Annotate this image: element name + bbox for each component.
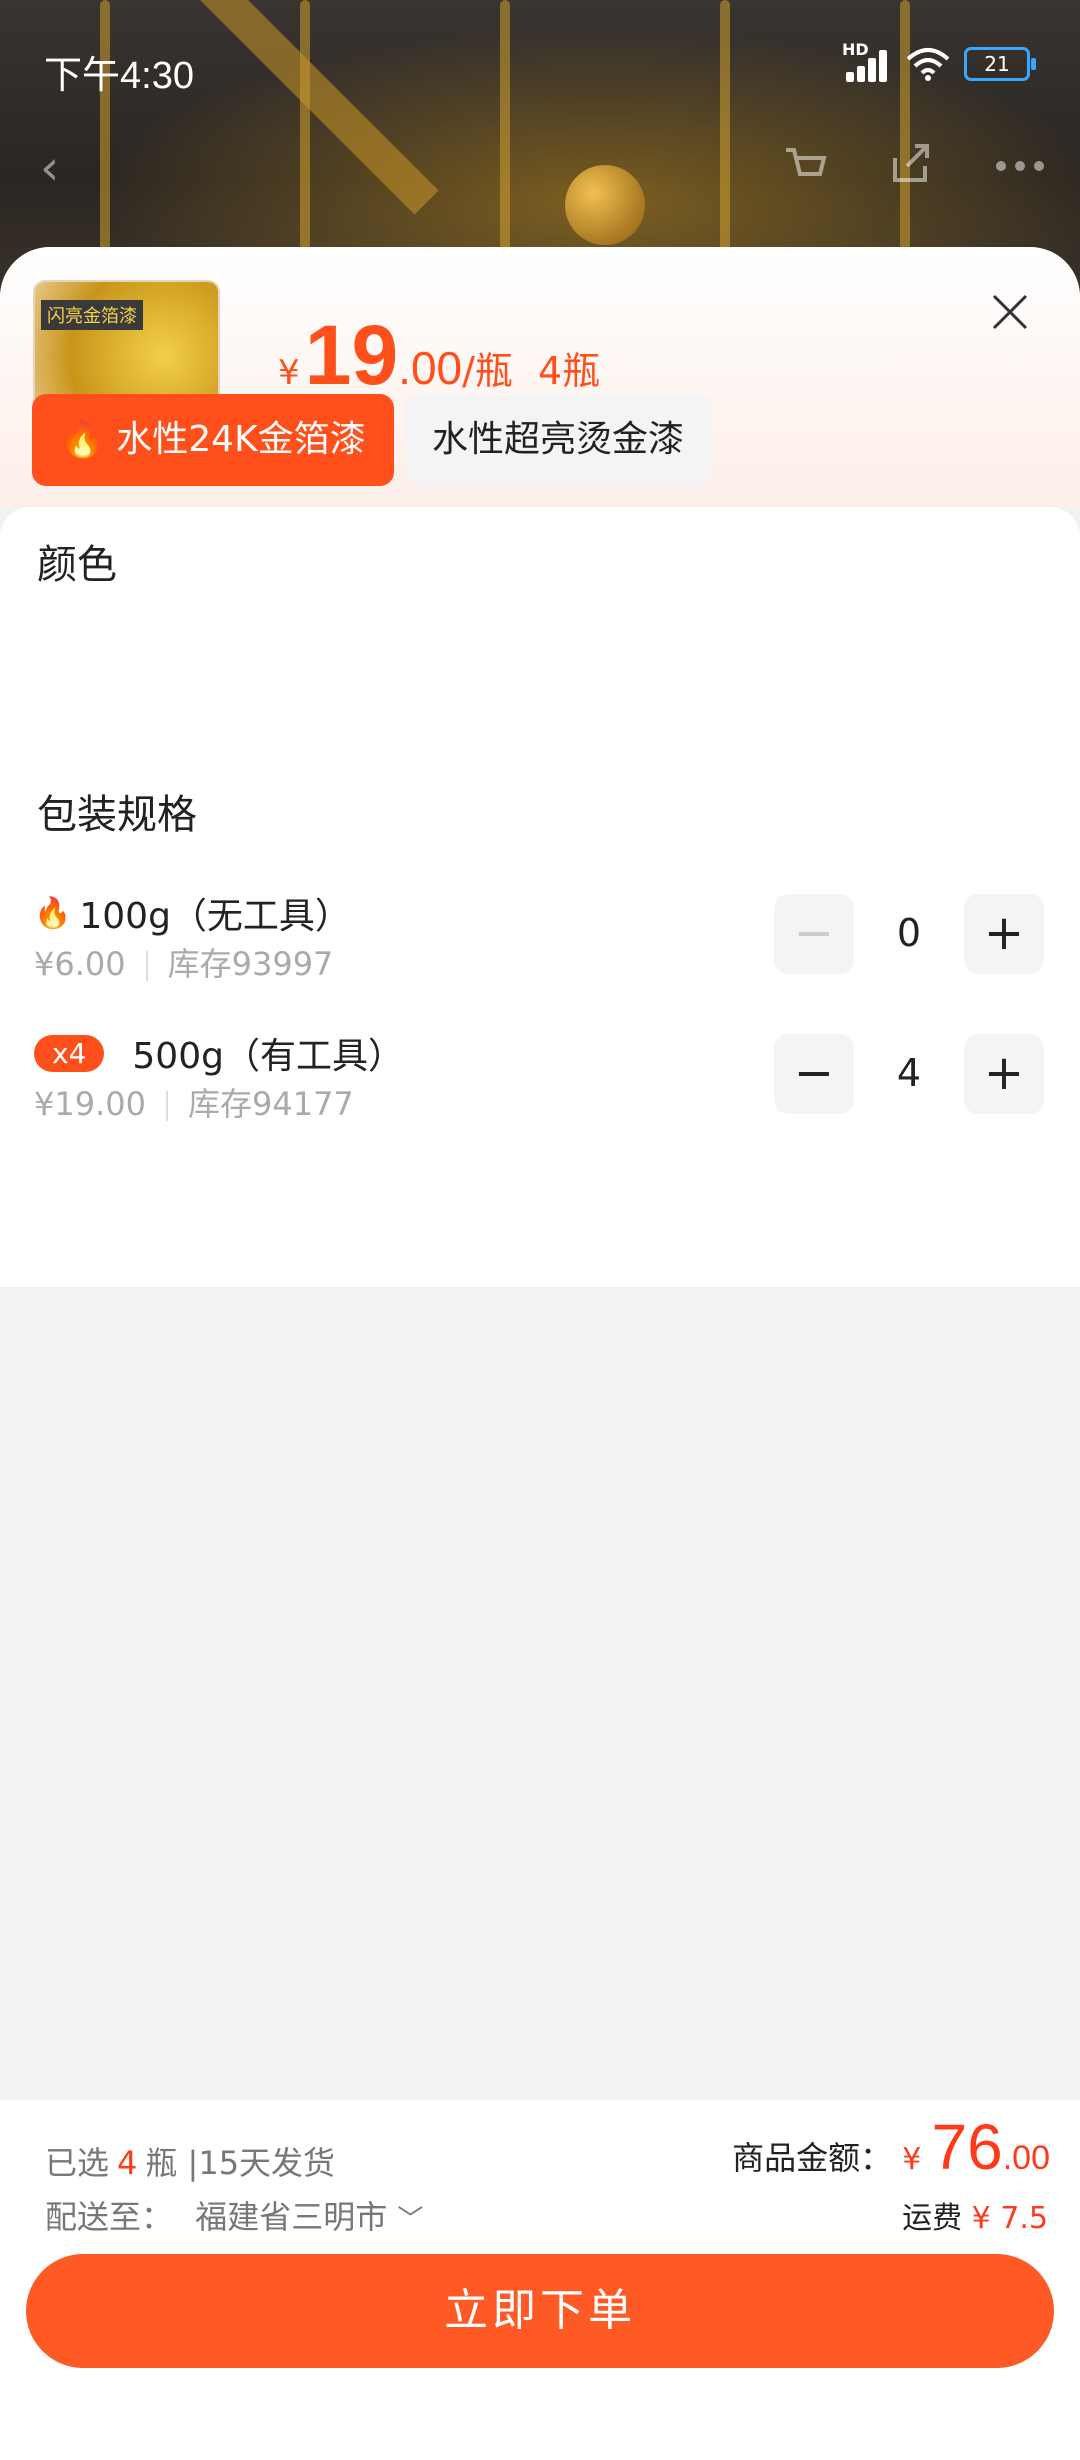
cart-icon[interactable] [780,140,830,190]
price-unit: /瓶 [462,349,513,393]
sku-price: ¥19.00 [34,1085,146,1123]
close-icon[interactable] [990,292,1030,332]
more-icon[interactable] [995,158,1045,174]
price-decimal: .00 [398,342,463,394]
selected-count: 4 [117,2144,138,2182]
thumbnail-caption: 闪亮金箔漆 [41,300,143,330]
network-type-label: HD [842,40,869,59]
hot-flame-icon: 🔥 [34,895,72,931]
selected-suffix: 瓶 |15天发货 [145,2144,336,2182]
delivery-address[interactable]: 配送至： 福建省三明市 ﹀ [45,2192,423,2238]
railing-ball [565,165,645,245]
shipping-label: 运费 [902,2201,963,2236]
color-option-label: 水性超亮烫金漆 [432,419,685,460]
status-time: 下午4:30 [44,55,194,97]
increment-button[interactable]: + [964,1034,1044,1114]
decrement-button[interactable]: − [774,894,854,974]
sku-stock: 库存94177 [187,1085,354,1123]
signal-icon: HD [842,40,892,82]
sku-name: x4 500g（有工具） [34,1027,404,1079]
color-option-24k-gold-foil[interactable]: 🔥 水性24K金箔漆 [32,394,394,486]
delivery-label: 配送至： [45,2198,174,2236]
shipping-fee: 运费 ¥ 7.5 [902,2193,1048,2237]
wifi-icon [906,48,950,81]
selected-prefix: 已选 [45,2144,110,2182]
chevron-down-icon: ﹀ [397,2205,424,2235]
sku-stock: 库存93997 [167,945,334,983]
quantity-value[interactable]: 0 [869,911,949,955]
sku-name-text: 500g（有工具） [132,1036,404,1077]
color-option-hot-stamping-gold[interactable]: 水性超亮烫金漆 [404,394,713,486]
decrement-button[interactable]: − [774,1034,854,1114]
status-icons: HD 21 [842,40,1036,82]
amount-summary: 商品金额： ¥ 76.00 [732,2110,1050,2184]
amount-decimal: .00 [1002,2139,1050,2177]
checkout-bar: 已选 4 瓶 |15天发货 配送至： 福建省三明市 ﹀ 商品金额： ¥ 76.00 … [0,2100,1080,2460]
amount-integer: 76 [931,2111,1003,2183]
place-order-button[interactable]: 立即下单 [26,2254,1054,2368]
amount-currency: ¥ [902,2142,922,2177]
color-section-title: 颜色 [37,542,117,588]
delivery-location: 福建省三明市 [195,2198,388,2236]
sku-meta: ¥6.00 库存93997 [34,939,333,985]
sku-name-text: 100g（无工具） [79,896,351,937]
quantity-badge: x4 [34,1034,105,1072]
color-option-label: 水性24K金箔漆 [116,419,366,460]
shipping-value: ¥ 7.5 [971,2201,1048,2236]
sku-name: 🔥 100g（无工具） [34,887,351,939]
increment-button[interactable]: + [964,894,1044,974]
status-bar: 下午4:30 HD 21 [0,0,1080,130]
sku-meta: ¥19.00 库存94177 [34,1079,354,1125]
flame-icon: 🔥 [60,419,105,460]
amount-label: 商品金额： [732,2139,893,2177]
share-icon[interactable] [885,138,935,188]
back-icon[interactable]: ‹ [40,140,59,196]
price-integer: 19 [304,308,399,402]
spec-section-title: 包装规格 [37,792,197,838]
battery-icon: 21 [964,47,1036,81]
price-currency: ¥ [278,353,300,393]
sku-price: ¥6.00 [34,945,126,983]
selected-quantity: 4瓶 [538,349,601,393]
quantity-value[interactable]: 4 [869,1051,949,1095]
price-display: ¥ 19.00/瓶 4瓶 [278,307,600,404]
selection-summary: 已选 4 瓶 |15天发货 [45,2138,335,2184]
